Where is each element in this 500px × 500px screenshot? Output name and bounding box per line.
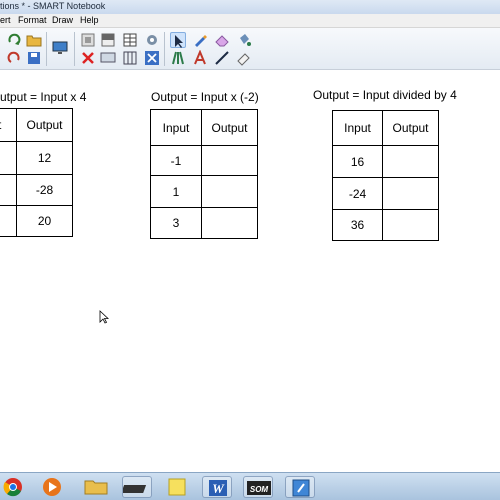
mouse-cursor-icon xyxy=(99,310,109,324)
fill-bucket-icon[interactable] xyxy=(236,32,252,48)
table1-cell[interactable] xyxy=(0,205,17,237)
table1-cell[interactable]: 20 xyxy=(16,205,73,237)
table1-cell[interactable]: 12 xyxy=(16,141,73,175)
table3-header-input: Input xyxy=(332,110,383,146)
table3: Input Output 16 -24 36 xyxy=(332,110,439,241)
menu-format[interactable]: Format xyxy=(18,15,47,25)
screen-shade-icon[interactable] xyxy=(100,32,116,48)
magic-eraser-icon[interactable] xyxy=(236,50,252,66)
notes-icon[interactable] xyxy=(162,476,192,498)
table1-cell[interactable]: -28 xyxy=(16,174,73,206)
display-icon[interactable] xyxy=(52,40,68,56)
table1: Input Output 12 -28 20 xyxy=(0,108,73,237)
media-player-icon[interactable] xyxy=(37,476,67,498)
window-title: tions * - SMART Notebook xyxy=(0,1,106,11)
table1-header-input: Input xyxy=(0,108,17,142)
table2-rule: Output = Input x (-2) xyxy=(151,90,259,104)
table2-cell[interactable]: 3 xyxy=(150,207,202,239)
som-app-icon[interactable]: SOM xyxy=(243,476,273,498)
redo-icon[interactable] xyxy=(6,32,22,48)
table3-cell[interactable]: 16 xyxy=(332,145,383,178)
menu-help[interactable]: Help xyxy=(80,15,99,25)
table3-cell[interactable] xyxy=(382,209,439,241)
table2: Input Output -1 1 3 xyxy=(150,109,258,239)
table2-header-output: Output xyxy=(201,109,258,146)
som-label: SOM xyxy=(250,485,269,494)
word-icon[interactable]: W xyxy=(202,476,232,498)
table2-cell[interactable]: -1 xyxy=(150,145,202,176)
eraser-icon[interactable] xyxy=(214,32,230,48)
table3-cell[interactable] xyxy=(382,177,439,210)
delete-icon[interactable] xyxy=(80,50,96,66)
undo-icon[interactable] xyxy=(6,50,22,66)
table1-header-output: Output xyxy=(16,108,73,142)
table2-cell[interactable] xyxy=(201,207,258,239)
table2-cell[interactable] xyxy=(201,145,258,176)
table3-cell[interactable]: -24 xyxy=(332,177,383,210)
menu-bar: ert Format Draw Help xyxy=(0,14,500,28)
table2-cell[interactable] xyxy=(201,175,258,208)
text-icon[interactable] xyxy=(192,50,208,66)
chrome-icon[interactable] xyxy=(0,476,28,498)
table3-rule: Output = Input divided by 4 xyxy=(313,88,457,102)
line-icon[interactable] xyxy=(214,50,230,66)
toolbar xyxy=(0,28,500,70)
table3-cell[interactable]: 36 xyxy=(332,209,383,241)
menu-insert[interactable]: ert xyxy=(0,15,11,25)
smart-notebook-window: tions * - SMART Notebook ert Format Draw… xyxy=(0,0,500,500)
grid-icon[interactable] xyxy=(122,50,138,66)
capture-icon[interactable] xyxy=(80,32,96,48)
save-icon[interactable] xyxy=(26,50,42,66)
table-icon[interactable] xyxy=(122,32,138,48)
pen-icon[interactable] xyxy=(192,32,208,48)
taskbar: W SOM xyxy=(0,472,500,500)
word-icon-letter: W xyxy=(212,481,225,496)
notebook-page[interactable]: utput = Input x 4 Input Output 12 -28 20… xyxy=(0,70,500,470)
folder-icon[interactable] xyxy=(81,476,111,498)
full-screen-icon[interactable] xyxy=(144,50,160,66)
table2-header-input: Input xyxy=(150,109,202,146)
select-arrow-icon[interactable] xyxy=(170,32,186,48)
smart-board-icon[interactable] xyxy=(122,476,152,498)
screen-icon[interactable] xyxy=(100,50,116,66)
table1-cell[interactable] xyxy=(0,174,17,206)
title-bar: tions * - SMART Notebook xyxy=(0,0,500,14)
menu-draw[interactable]: Draw xyxy=(52,15,73,25)
open-folder-icon[interactable] xyxy=(26,32,42,48)
table3-cell[interactable] xyxy=(382,145,439,178)
properties-icon[interactable] xyxy=(144,32,160,48)
table1-cell[interactable] xyxy=(0,141,17,175)
table3-header-output: Output xyxy=(382,110,439,146)
notebook-icon[interactable] xyxy=(285,476,315,498)
creative-pen-icon[interactable] xyxy=(170,50,186,66)
table2-cell[interactable]: 1 xyxy=(150,175,202,208)
table1-rule: utput = Input x 4 xyxy=(0,90,87,104)
